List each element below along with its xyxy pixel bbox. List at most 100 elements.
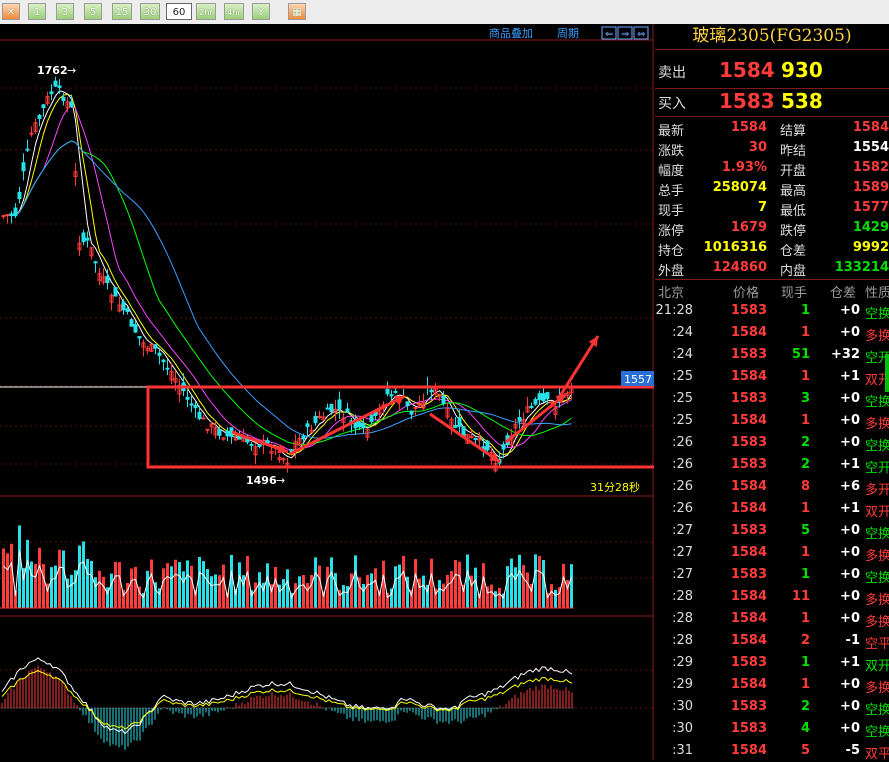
candle-body bbox=[113, 287, 118, 297]
tick-row[interactable]: :28 1584 11 +0 多换 bbox=[655, 586, 889, 608]
tick-row[interactable]: :27 1584 1 +0 多换 bbox=[655, 542, 889, 564]
volume-bar bbox=[402, 555, 405, 608]
stat-value: 1577 bbox=[852, 200, 889, 215]
tick-price: 1584 bbox=[730, 413, 767, 428]
moving-average-line bbox=[3, 140, 572, 446]
stat-label: 涨停 bbox=[658, 224, 685, 239]
period-button-15[interactable]: 15 bbox=[112, 3, 132, 20]
nav-arrow-icons[interactable]: ⇐ ⇒ ⇔ bbox=[601, 26, 649, 40]
tick-row[interactable]: :26 1583 2 +1 空开 bbox=[655, 454, 889, 476]
kline-chart-area[interactable]: 商品叠加 周期 ⇐ ⇒ ⇔ 1762 → 1496 → 1557 31分28秒 bbox=[0, 24, 654, 760]
volume-bar bbox=[54, 565, 57, 608]
volume-bar bbox=[98, 570, 101, 608]
toolbar-x-icon[interactable]: ✕ bbox=[2, 3, 20, 20]
candle-body bbox=[313, 415, 318, 424]
tick-volume: 2 bbox=[800, 457, 810, 472]
candle-body bbox=[205, 428, 210, 431]
tick-row[interactable]: :24 1584 1 +0 多换 bbox=[655, 322, 889, 344]
volume-bar bbox=[38, 547, 41, 608]
tick-oi-diff: -5 bbox=[845, 743, 860, 758]
period-button-30[interactable]: 30 bbox=[140, 3, 160, 20]
tick-oi-diff: +0 bbox=[840, 325, 860, 340]
tick-time: :25 bbox=[672, 391, 693, 406]
period-button-60[interactable]: 60 bbox=[166, 3, 192, 20]
volume-bar bbox=[522, 565, 525, 608]
tick-row[interactable]: :29 1584 1 +0 多换 bbox=[655, 674, 889, 696]
volume-bar bbox=[266, 563, 269, 608]
moving-average-line bbox=[3, 140, 572, 439]
tick-oi-diff: +1 bbox=[840, 655, 860, 670]
volume-bar bbox=[114, 561, 117, 608]
buy-row: 买入 1583 538 bbox=[655, 87, 889, 115]
tick-row[interactable]: :25 1584 1 +0 多换 bbox=[655, 410, 889, 432]
candle-body bbox=[393, 390, 398, 393]
period-button-4hr[interactable]: 4hr bbox=[224, 3, 244, 20]
stat-label: 仓差 bbox=[780, 244, 807, 259]
candle-body bbox=[125, 308, 130, 313]
volume-bar bbox=[190, 565, 193, 608]
tick-price: 1583 bbox=[730, 523, 767, 538]
tick-price: 1583 bbox=[730, 721, 767, 736]
ticks-header: 北京 价格 现手 仓差 性质 bbox=[655, 280, 889, 301]
contract-title: 玻璃2305(FG2305) bbox=[692, 26, 852, 46]
volume-bar bbox=[150, 559, 153, 608]
candle-body bbox=[549, 401, 554, 404]
period-button-3[interactable]: 3 bbox=[56, 3, 74, 20]
tick-row[interactable]: :30 1583 2 +0 空换 bbox=[655, 696, 889, 718]
tick-row[interactable]: :28 1584 2 -1 空平 bbox=[655, 630, 889, 652]
ticks-header-kind: 性质 bbox=[865, 286, 889, 301]
period-button-1[interactable]: 1 bbox=[28, 3, 46, 20]
period-button-2hr[interactable]: 2hr bbox=[196, 3, 216, 20]
stat-label: 昨结 bbox=[780, 144, 807, 159]
tick-volume: 3 bbox=[800, 391, 810, 406]
volume-bar bbox=[398, 564, 401, 608]
tick-oi-diff: +0 bbox=[840, 435, 860, 450]
panel-scroll-marker[interactable] bbox=[885, 354, 889, 392]
calendar-icon[interactable]: ▦ bbox=[288, 3, 306, 20]
candle-body bbox=[29, 132, 34, 135]
stat-value: 30 bbox=[748, 140, 767, 155]
tick-row[interactable]: 21:28 1583 1 +0 空换 bbox=[655, 300, 889, 322]
tick-time: :25 bbox=[672, 413, 693, 428]
tick-oi-diff: +0 bbox=[840, 589, 860, 604]
tick-row[interactable]: :31 1584 5 -5 双平 bbox=[655, 740, 889, 762]
tick-oi-diff: +6 bbox=[840, 479, 860, 494]
sell-row: 卖出 1584 930 bbox=[655, 56, 889, 84]
volume-bar bbox=[110, 573, 113, 608]
tick-price: 1583 bbox=[730, 699, 767, 714]
candle-body bbox=[461, 426, 466, 437]
tick-row[interactable]: :25 1584 1 +1 双开 bbox=[655, 366, 889, 388]
tick-row[interactable]: :28 1584 1 +0 多换 bbox=[655, 608, 889, 630]
period-button-5[interactable]: 5 bbox=[84, 3, 102, 20]
candle-body bbox=[501, 444, 506, 450]
tick-kind: 多换 bbox=[865, 417, 889, 432]
tick-row[interactable]: :29 1583 1 +1 双开 bbox=[655, 652, 889, 674]
tick-row[interactable]: :25 1583 3 +0 空换 bbox=[655, 388, 889, 410]
period-button-y[interactable]: Y bbox=[252, 3, 270, 20]
sell-label: 卖出 bbox=[658, 65, 686, 81]
period-link[interactable]: 周期 bbox=[557, 27, 579, 40]
tick-price: 1583 bbox=[730, 655, 767, 670]
overlay-link[interactable]: 商品叠加 bbox=[489, 26, 533, 40]
candle-body bbox=[49, 91, 54, 95]
tick-row[interactable]: :24 1583 51 +32 空开 bbox=[655, 344, 889, 366]
tick-row[interactable]: :27 1583 5 +0 空换 bbox=[655, 520, 889, 542]
volume-bar bbox=[562, 563, 565, 608]
candle-body bbox=[193, 404, 198, 409]
tick-row[interactable]: :26 1584 1 +1 双开 bbox=[655, 498, 889, 520]
tick-row[interactable]: :26 1583 2 +0 空换 bbox=[655, 432, 889, 454]
tick-row[interactable]: :30 1583 4 +0 空换 bbox=[655, 718, 889, 740]
tick-price: 1584 bbox=[730, 501, 767, 516]
candle-body bbox=[85, 237, 90, 241]
volume-bar bbox=[238, 562, 241, 608]
tick-oi-diff: -1 bbox=[845, 633, 860, 648]
volume-bar bbox=[10, 543, 13, 608]
tick-row[interactable]: :27 1583 1 +0 空换 bbox=[655, 564, 889, 586]
candle-body bbox=[545, 392, 550, 400]
tick-row[interactable]: :26 1584 8 +6 多开 bbox=[655, 476, 889, 498]
candle-body bbox=[429, 389, 434, 393]
volume-bar bbox=[334, 573, 337, 608]
volume-bar bbox=[314, 557, 317, 608]
tick-kind: 空换 bbox=[865, 395, 889, 410]
volume-bar bbox=[414, 559, 417, 608]
